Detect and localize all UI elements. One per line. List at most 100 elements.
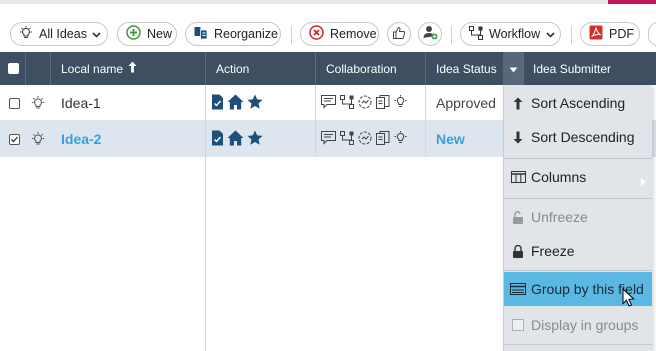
header-idea-status-label: Idea Status: [436, 61, 497, 76]
submenu-arrow-icon: [641, 173, 646, 189]
menu-separator: [504, 198, 652, 199]
workflow-dropdown[interactable]: Workflow: [460, 22, 561, 46]
menu-label: Sort Ascending: [531, 95, 626, 111]
header-local-name-label: Local name: [61, 61, 124, 76]
toolbar-separator: [571, 26, 572, 44]
user-action-button[interactable]: [418, 22, 442, 46]
documents-icon[interactable]: [376, 130, 390, 148]
toolbar: All Ideas New Reorganize Remove Workflow…: [0, 22, 656, 48]
select-all-checkbox[interactable]: [8, 63, 19, 74]
menu-item-sort-descending[interactable]: Sort Descending: [504, 120, 652, 154]
column-divider: [50, 52, 51, 85]
header-idea-status[interactable]: Idea Status: [436, 52, 502, 85]
menu-item-sort-ascending[interactable]: Sort Ascending: [504, 86, 652, 120]
home-icon[interactable]: [227, 130, 244, 149]
remove-label: Remove: [330, 27, 377, 41]
comment-icon[interactable]: [321, 94, 336, 112]
row-collaboration-icons: [321, 85, 407, 121]
comment-icon[interactable]: [321, 130, 336, 148]
toolbar-separator: [451, 26, 452, 44]
all-ideas-dropdown[interactable]: All Ideas: [10, 22, 108, 46]
pdf-button[interactable]: PDF: [580, 22, 640, 46]
menu-separator: [504, 344, 652, 345]
row-name[interactable]: Idea-1: [61, 85, 101, 121]
workflow-label: Workflow: [489, 27, 541, 41]
header-idea-submitter-label: Idea Submitter: [533, 61, 612, 76]
like-button[interactable]: [387, 22, 411, 46]
workflow-icon[interactable]: [340, 94, 354, 112]
chevron-down-icon: [92, 27, 101, 41]
star-icon[interactable]: [247, 94, 263, 113]
menu-item-columns[interactable]: Columns: [504, 160, 652, 194]
home-icon[interactable]: [227, 94, 244, 113]
header-action[interactable]: Action: [216, 52, 306, 85]
grid-header: Local name Action Collaboration Idea Sta…: [0, 52, 656, 85]
row-select-cell: [9, 121, 20, 157]
pdf-icon: [589, 25, 603, 43]
workflow-icon[interactable]: [340, 130, 354, 148]
column-context-menu: Sort Ascending Sort Descending Columns U…: [503, 85, 652, 351]
row-collaboration-icons: [321, 121, 407, 157]
remove-circle-icon: [309, 25, 324, 43]
select-all-cell: [8, 52, 22, 85]
document-icon[interactable]: [211, 94, 224, 113]
user-add-icon: [423, 25, 438, 43]
reorganize-label: Reorganize: [214, 27, 278, 41]
row-actions: [211, 121, 263, 157]
mouse-cursor-icon: [622, 287, 635, 310]
history-icon[interactable]: [358, 131, 372, 148]
arrow-down-icon: [505, 131, 531, 144]
documents-icon[interactable]: [376, 94, 390, 112]
menu-item-group-by-field[interactable]: Group by this field: [504, 272, 652, 307]
arrow-up-icon: [505, 97, 531, 110]
lightbulb-icon: [31, 85, 45, 121]
column-divider: [315, 85, 316, 157]
reorganize-icon: [194, 26, 208, 43]
reorganize-button[interactable]: Reorganize: [185, 22, 281, 46]
row-status: New: [436, 131, 465, 147]
row-checkbox[interactable]: [9, 97, 20, 109]
document-icon[interactable]: [211, 130, 224, 149]
unlock-icon: [505, 210, 531, 224]
column-divider: [205, 85, 206, 351]
more-toolbar-button[interactable]: [648, 22, 656, 46]
chevron-down-icon: [546, 27, 555, 41]
header-collaboration-label: Collaboration: [326, 61, 397, 76]
row-name-link[interactable]: Idea-2: [61, 121, 101, 157]
workflow-icon: [469, 25, 483, 43]
lightbulb-icon[interactable]: [394, 94, 407, 112]
new-button[interactable]: New: [117, 22, 177, 46]
sort-ascending-arrow-icon: [128, 61, 137, 76]
star-icon[interactable]: [247, 130, 263, 149]
row-select-cell: [9, 85, 20, 121]
top-border: [0, 0, 656, 4]
menu-item-unfreeze[interactable]: Unfreeze: [504, 200, 652, 234]
add-circle-icon: [126, 25, 141, 43]
menu-label: Columns: [531, 169, 587, 185]
row-actions: [211, 85, 263, 121]
group-icon: [505, 283, 531, 295]
column-menu-button[interactable]: [503, 52, 523, 85]
header-collaboration[interactable]: Collaboration: [326, 52, 421, 85]
all-ideas-label: All Ideas: [39, 27, 87, 41]
history-icon[interactable]: [358, 95, 372, 112]
brand-accent-bar: [608, 0, 656, 4]
lightbulb-icon: [31, 121, 45, 157]
header-local-name[interactable]: Local name: [61, 52, 201, 85]
menu-item-display-in-groups[interactable]: Display in groups: [504, 308, 652, 342]
row-checkbox-checked[interactable]: [9, 133, 20, 145]
column-divider: [425, 85, 426, 157]
menu-item-freeze[interactable]: Freeze: [504, 234, 652, 268]
columns-icon: [505, 171, 531, 183]
new-label: New: [147, 27, 173, 41]
column-divider: [205, 52, 206, 85]
menu-label: Freeze: [531, 243, 575, 259]
column-divider: [425, 52, 426, 85]
column-divider: [523, 52, 524, 85]
row-status: Approved: [436, 95, 496, 111]
lightbulb-icon: [19, 25, 33, 43]
lightbulb-icon[interactable]: [394, 130, 407, 148]
header-idea-submitter[interactable]: Idea Submitter: [533, 52, 653, 85]
header-action-label: Action: [216, 61, 250, 76]
remove-button[interactable]: Remove: [300, 22, 379, 46]
